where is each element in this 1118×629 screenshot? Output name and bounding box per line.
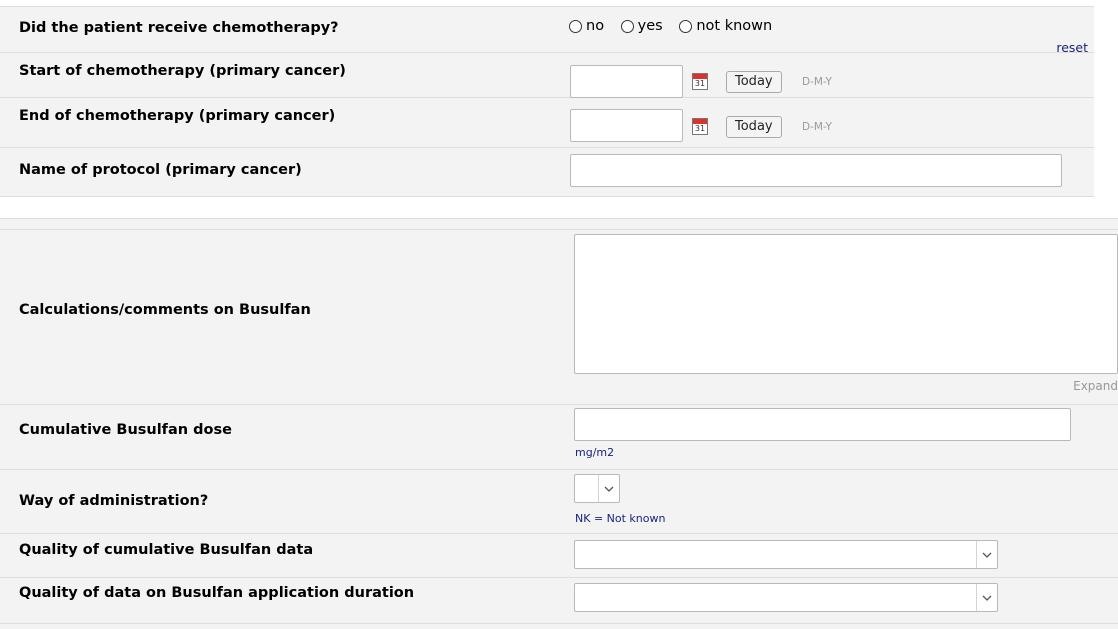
busulfan-comments-row: Calculations/comments on Busulfan Expand <box>0 229 1118 405</box>
protocol-input[interactable] <box>570 154 1062 187</box>
calendar-icon[interactable]: 31 <box>692 118 708 135</box>
chevron-down-icon[interactable] <box>976 584 997 611</box>
end-chemo-today-button[interactable]: Today <box>726 116 782 138</box>
radio-icon[interactable] <box>620 19 634 33</box>
end-chemo-row: End of chemotherapy (primary cancer) 31 … <box>0 98 1094 148</box>
chemo-question-label: Did the patient receive chemotherapy? <box>19 20 339 36</box>
start-chemo-row: Start of chemotherapy (primary cancer) 3… <box>0 53 1094 98</box>
calendar-day: 31 <box>694 79 706 88</box>
quality-cumulative-row: Quality of cumulative Busulfan data <box>0 534 1118 578</box>
cumulative-dose-unit: mg/m2 <box>575 446 615 459</box>
protocol-label: Name of protocol (primary cancer) <box>19 162 302 178</box>
radio-icon[interactable] <box>569 19 582 33</box>
end-chemo-format-hint: D-M-Y <box>802 121 832 133</box>
start-chemo-today-button[interactable]: Today <box>726 71 782 93</box>
chemotherapy-section: Did the patient receive chemotherapy? no… <box>0 6 1094 197</box>
calendar-day: 31 <box>694 124 706 133</box>
radio-not-known[interactable]: not known <box>679 18 772 34</box>
radio-yes-label[interactable]: yes <box>638 18 663 34</box>
start-chemo-date-input[interactable] <box>570 65 683 98</box>
quality-duration-label: Quality of data on Busulfan application … <box>19 585 415 601</box>
administration-label: Way of administration? <box>19 493 209 509</box>
administration-row: Way of administration? NK = Not known <box>0 470 1118 534</box>
quality-duration-row: Quality of data on Busulfan application … <box>0 578 1118 624</box>
quality-duration-select[interactable] <box>574 583 998 612</box>
chemo-question-row: Did the patient receive chemotherapy? no… <box>0 7 1094 55</box>
protocol-row: Name of protocol (primary cancer) <box>0 148 1094 197</box>
busulfan-comments-label: Calculations/comments on Busulfan <box>19 302 311 318</box>
chevron-down-icon[interactable] <box>598 475 619 502</box>
end-chemo-label: End of chemotherapy (primary cancer) <box>19 108 336 124</box>
start-chemo-format-hint: D-M-Y <box>802 76 832 88</box>
calendar-icon[interactable]: 31 <box>692 73 708 90</box>
administration-select[interactable] <box>574 474 620 503</box>
cumulative-dose-label: Cumulative Busulfan dose <box>19 422 232 438</box>
radio-not-known-label[interactable]: not known <box>696 18 772 34</box>
chemo-radio-group: no yes not known <box>569 18 784 37</box>
end-chemo-date-input[interactable] <box>570 109 683 142</box>
administration-hint: NK = Not known <box>575 512 666 525</box>
cumulative-dose-input[interactable] <box>574 408 1071 441</box>
start-chemo-label: Start of chemotherapy (primary cancer) <box>19 63 346 79</box>
expand-link[interactable]: Expand <box>1073 379 1118 393</box>
chevron-down-icon[interactable] <box>976 541 997 568</box>
busulfan-comments-textarea[interactable] <box>574 234 1118 374</box>
quality-cumulative-select[interactable] <box>574 540 998 569</box>
radio-yes[interactable]: yes <box>620 18 663 34</box>
cumulative-dose-row: Cumulative Busulfan dose mg/m2 <box>0 404 1118 470</box>
radio-no[interactable]: no <box>569 18 604 34</box>
radio-no-label[interactable]: no <box>586 18 604 34</box>
radio-icon[interactable] <box>679 19 693 33</box>
quality-cumulative-label: Quality of cumulative Busulfan data <box>19 542 314 558</box>
busulfan-section: Calculations/comments on Busulfan Expand… <box>0 218 1118 629</box>
